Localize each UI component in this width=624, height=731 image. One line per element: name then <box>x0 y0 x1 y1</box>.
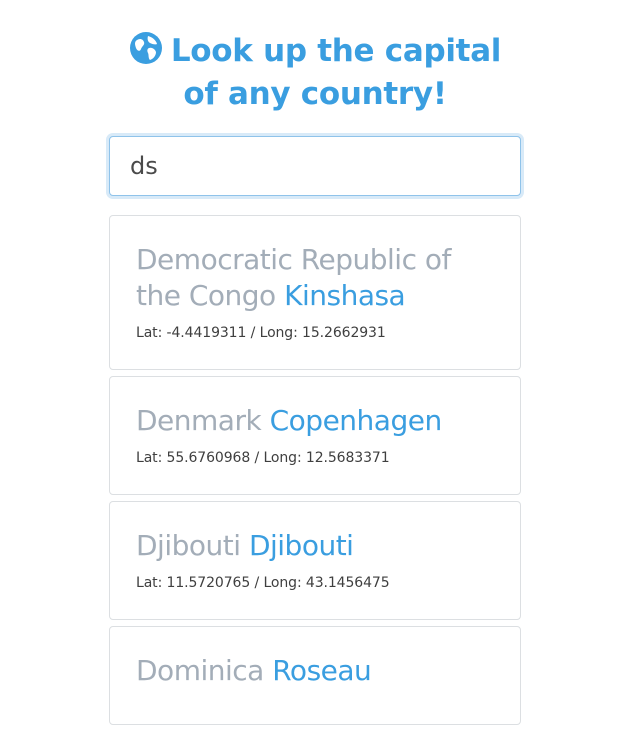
page-title: Look up the capital of any country! <box>109 0 521 116</box>
coordinates: Lat: -4.4419311 / Long: 15.2662931 <box>136 325 386 341</box>
search-input[interactable] <box>109 136 521 196</box>
results-list: Democratic Republic of the Congo Kinshas… <box>109 215 521 725</box>
coordinates <box>136 698 494 724</box>
coordinates: Lat: 55.6760968 / Long: 12.5683371 <box>136 450 390 466</box>
result-heading: Dominica Roseau <box>136 653 494 689</box>
coordinates: Lat: 11.5720765 / Long: 43.1456475 <box>136 575 390 591</box>
country-name: Dominica <box>136 654 264 687</box>
capital-name: Roseau <box>272 654 372 687</box>
result-card-0[interactable]: Democratic Republic of the Congo Kinshas… <box>109 215 521 370</box>
result-heading: Djibouti Djibouti <box>136 528 494 564</box>
country-name: Denmark <box>136 404 262 437</box>
result-card-1[interactable]: Denmark Copenhagen Lat: 55.6760968 / Lon… <box>109 376 521 495</box>
app-container: Look up the capital of any country! Demo… <box>109 0 521 731</box>
capital-name: Copenhagen <box>269 404 443 437</box>
result-heading: Democratic Republic of the Congo Kinshas… <box>136 242 494 314</box>
country-name: Djibouti <box>136 529 241 562</box>
result-card-3[interactable]: Dominica Roseau <box>109 626 521 725</box>
capital-name: Kinshasa <box>284 279 406 312</box>
capital-name: Djibouti <box>248 529 354 562</box>
page-title-text: Look up the capital of any country! <box>170 33 502 112</box>
result-card-2[interactable]: Djibouti Djibouti Lat: 11.5720765 / Long… <box>109 501 521 620</box>
result-heading: Denmark Copenhagen <box>136 403 494 439</box>
globe-icon <box>129 32 162 64</box>
search-wrapper <box>109 136 521 196</box>
